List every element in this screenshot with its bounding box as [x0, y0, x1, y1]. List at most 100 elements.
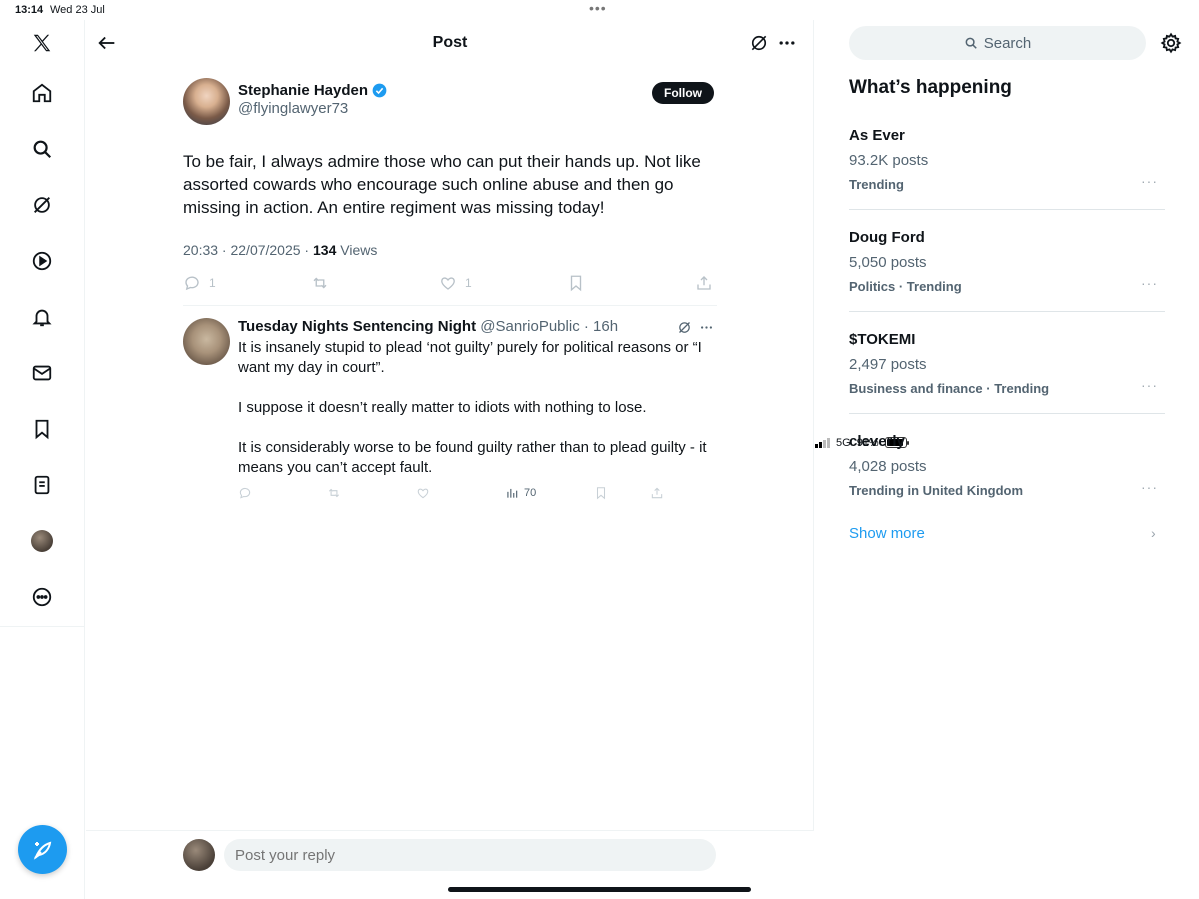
trend-posts: 5,050 posts — [849, 254, 927, 271]
reply-icon — [239, 487, 251, 499]
trend-item[interactable]: cleverly 4,028 posts Trending in United … — [849, 433, 1165, 535]
trend-posts: 4,028 posts — [849, 458, 927, 475]
reply-share-action[interactable] — [650, 486, 664, 500]
reply-views-count: 70 — [524, 487, 537, 499]
bookmark-icon — [596, 487, 606, 500]
current-user-avatar — [183, 839, 215, 871]
main-column: Post Stephanie Hayden @flyinglawyer73 Fo… — [86, 20, 814, 899]
reply-paragraph: It is insanely stupid to plead ‘not guil… — [238, 339, 702, 376]
reply-count: 1 — [209, 276, 216, 290]
grok-icon[interactable] — [749, 33, 769, 53]
trend-item[interactable]: As Ever 93.2K posts Trending ··· — [849, 127, 1165, 229]
trend-category: Trending — [849, 177, 904, 192]
messages-icon[interactable] — [29, 360, 55, 386]
more-options-icon[interactable] — [777, 33, 797, 53]
reply-action[interactable]: 1 — [183, 274, 216, 292]
reply-bookmark-action[interactable] — [594, 486, 608, 500]
reply-views-action[interactable]: 70 — [505, 486, 536, 500]
whats-happening-title: What’s happening — [849, 77, 1012, 98]
chevron-right-icon: › — [1151, 525, 1156, 541]
bookmark-action[interactable] — [567, 274, 585, 292]
repost-action[interactable] — [311, 274, 329, 292]
home-indicator[interactable] — [448, 887, 751, 892]
repost-icon — [313, 277, 327, 289]
search-placeholder: Search — [983, 34, 1032, 52]
page-title: Post — [432, 34, 468, 51]
trend-more-icon[interactable]: ··· — [1141, 173, 1158, 189]
reply-author-avatar[interactable] — [183, 318, 230, 365]
trend-divider — [849, 209, 1165, 210]
trend-item[interactable]: Doug Ford 5,050 posts Politics · Trendin… — [849, 229, 1165, 331]
views-label: Views — [336, 242, 378, 258]
post-meta: 20:33 · 22/07/2025 · 134 Views — [183, 242, 377, 258]
show-more-link[interactable]: Show more — [849, 525, 925, 542]
x-logo-icon[interactable] — [29, 30, 55, 56]
reply-like-action[interactable] — [416, 486, 430, 500]
reply-reply-action[interactable] — [238, 486, 252, 500]
reply-icon — [185, 276, 199, 291]
compose-feather-icon — [33, 841, 51, 860]
profile-avatar[interactable] — [29, 528, 55, 554]
left-nav — [0, 20, 85, 899]
bookmark-icon — [570, 275, 582, 292]
compose-button[interactable] — [18, 825, 67, 874]
status-date: Wed 23 Jul — [50, 4, 105, 16]
share-icon — [697, 276, 711, 290]
trend-more-icon[interactable]: ··· — [1141, 479, 1158, 495]
author-avatar[interactable] — [183, 78, 230, 125]
share-icon — [651, 487, 663, 499]
views-count: 134 — [313, 242, 337, 258]
notifications-icon[interactable] — [29, 304, 55, 330]
post-divider — [183, 305, 717, 306]
reply-author-handle[interactable]: @SanrioPublic — [480, 318, 579, 335]
more-icon[interactable] — [29, 584, 55, 610]
reply-more-icon[interactable] — [699, 320, 714, 335]
like-action[interactable]: 1 — [439, 274, 472, 292]
share-action[interactable] — [695, 274, 713, 292]
repost-icon — [328, 488, 340, 498]
multitasking-dots-icon[interactable]: ••• — [589, 0, 607, 16]
post-text: To be fair, I always admire those who ca… — [183, 152, 701, 217]
trend-name: cleverly — [849, 433, 905, 450]
reply-actions: 70 — [238, 486, 716, 502]
status-bar: 13:14 Wed 23 Jul ••• 5G 91% — [0, 0, 1199, 449]
bookmarks-icon[interactable] — [29, 416, 55, 442]
main-header: Post — [86, 20, 814, 66]
trend-category: Trending in United Kingdom — [849, 483, 1024, 498]
verified-badge-icon — [372, 83, 387, 98]
nav-divider — [0, 626, 85, 627]
trend-divider — [849, 413, 1165, 414]
reply-paragraph: It is considerably worse to be found gui… — [238, 439, 707, 476]
trend-item[interactable]: $TOKEMI 2,497 posts Business and finance… — [849, 331, 1165, 433]
trend-name: $TOKEMI — [849, 331, 916, 348]
reply-input[interactable] — [224, 839, 716, 871]
analytics-icon — [507, 488, 518, 498]
trend-posts: 93.2K posts — [849, 152, 929, 169]
trend-more-icon[interactable]: ··· — [1141, 377, 1158, 393]
search-icon — [965, 37, 977, 49]
search-input[interactable]: Search — [849, 26, 1146, 60]
grok-icon[interactable] — [29, 192, 55, 218]
post-actions: 1 1 — [183, 274, 717, 294]
heart-icon — [441, 277, 455, 290]
settings-gear-icon[interactable] — [1160, 32, 1182, 54]
right-sidebar: Search What’s happening As Ever 93.2K po… — [815, 20, 1199, 899]
trend-category: Business and finance · Trending — [849, 381, 1050, 396]
trend-name: Doug Ford — [849, 229, 925, 246]
author-handle[interactable]: @flyinglawyer73 — [238, 100, 387, 117]
video-icon[interactable] — [29, 248, 55, 274]
lists-icon[interactable] — [29, 472, 55, 498]
reply-text: It is insanely stupid to plead ‘not guil… — [238, 338, 716, 498]
trend-posts: 2,497 posts — [849, 356, 927, 373]
reply-author-name[interactable]: Tuesday Nights Sentencing Night — [238, 318, 476, 335]
search-icon[interactable] — [29, 136, 55, 162]
grok-icon[interactable] — [677, 320, 692, 335]
post-timestamp[interactable]: 20:33 · 22/07/2025 · — [183, 242, 313, 258]
trend-more-icon[interactable]: ··· — [1141, 275, 1158, 291]
author-name[interactable]: Stephanie Hayden — [238, 82, 368, 99]
reply-repost-action[interactable] — [327, 486, 341, 500]
home-icon[interactable] — [29, 80, 55, 106]
trend-name: As Ever — [849, 127, 905, 144]
follow-button[interactable]: Follow — [652, 82, 714, 104]
reply-paragraph: I suppose it doesn’t really matter to id… — [238, 399, 647, 416]
